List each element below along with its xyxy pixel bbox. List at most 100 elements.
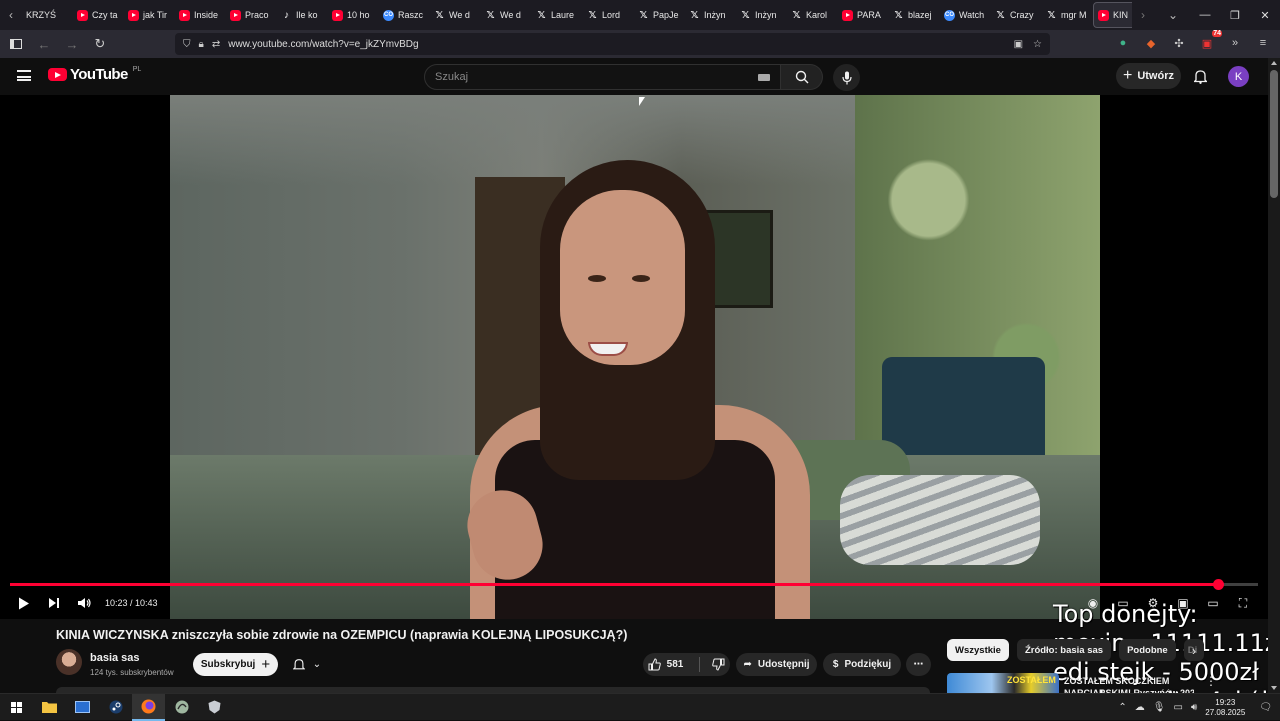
tracking-shield-icon[interactable]: ⛉ — [183, 39, 191, 50]
cloud-icon[interactable]: ☁ — [1135, 702, 1145, 713]
scroll-up-icon[interactable] — [1271, 61, 1277, 65]
browser-tab[interactable]: CO Raszc — [379, 2, 430, 28]
browser-tab[interactable]: 𝕏 PapJe — [634, 2, 685, 28]
browser-tab[interactable]: 𝕏 We d — [430, 2, 481, 28]
fox-extension-icon[interactable]: ◆ — [1142, 34, 1160, 52]
url-bar[interactable]: ⛉ 🔒︎ ⇄ www.youtube.com/watch?v=e_jkZYmvB… — [175, 33, 1050, 55]
scrubber-handle[interactable] — [1213, 579, 1225, 590]
browser-tab[interactable]: 𝕏mgr M — [1042, 2, 1093, 28]
minimize-icon[interactable]: — — [1190, 9, 1220, 21]
extensions-puzzle-icon[interactable]: ✣ — [1170, 34, 1188, 52]
browser-tab[interactable]: Praco — [226, 2, 277, 28]
permissions-icon[interactable]: ⇄ — [212, 39, 220, 50]
channel-name[interactable]: basia sas — [90, 652, 140, 664]
extension-badge-icon[interactable]: ▣ 74 — [1198, 30, 1222, 52]
browser-tab[interactable]: 𝕏 Inżyn — [736, 2, 787, 28]
browser-tab[interactable]: 𝕏 Karol — [787, 2, 838, 28]
firefox-icon[interactable] — [132, 693, 165, 721]
speaker-icon[interactable]: 🔊︎ — [1191, 702, 1197, 713]
browser-tab[interactable]: PARA — [838, 2, 889, 28]
app-menu-icon[interactable]: ≡ — [1254, 34, 1272, 52]
windows-start-icon[interactable] — [0, 694, 33, 721]
bell-icon — [292, 659, 305, 670]
restore-icon[interactable]: ❐ — [1220, 9, 1250, 22]
next-button[interactable] — [39, 591, 69, 615]
page-scrollbar[interactable] — [1268, 58, 1280, 693]
tab-list-dropdown-icon[interactable]: ⌄ — [1162, 0, 1184, 30]
play-button[interactable] — [9, 591, 39, 615]
recommendation-thumbnail[interactable]: ZOSTAŁEM — [947, 673, 1059, 693]
thumbs-down-icon[interactable] — [712, 658, 725, 671]
app-spiral-icon[interactable] — [165, 694, 198, 721]
url-text[interactable]: www.youtube.com/watch?v=e_jkZYmvBDg — [228, 39, 418, 50]
forward-icon[interactable]: → — [60, 32, 84, 56]
filter-chip[interactable]: Wszystkie — [947, 639, 1009, 661]
network-icon[interactable]: ▭ — [1173, 702, 1182, 713]
thanks-button[interactable]: $ Podziękuj — [823, 653, 901, 676]
app-shield-icon[interactable] — [198, 694, 231, 721]
filter-chip[interactable]: Źródło: basia sas — [1016, 639, 1112, 661]
vpn-extension-icon[interactable]: ● — [1114, 34, 1132, 52]
file-explorer-icon[interactable] — [33, 694, 66, 721]
system-clock[interactable]: 19:23 27.08.2025 — [1205, 698, 1245, 718]
tab-title: Inżyn — [704, 10, 726, 20]
search-input[interactable]: Szukaj — [424, 64, 781, 90]
channel-avatar[interactable] — [56, 649, 82, 675]
browser-tab[interactable]: 10 ho — [328, 2, 379, 28]
browser-tab[interactable]: jak Tir — [124, 2, 175, 28]
browser-tab[interactable]: 𝕏 We d — [481, 2, 532, 28]
youtube-logo[interactable]: YouTube PL — [48, 66, 141, 83]
browser-navbar: ← → ↻ ⛉ 🔒︎ ⇄ www.youtube.com/watch?v=e_j… — [0, 30, 1280, 58]
search-button[interactable] — [781, 64, 823, 90]
reload-icon[interactable]: ↻ — [88, 32, 112, 56]
bookmark-star-icon[interactable]: ☆ — [1033, 39, 1042, 50]
account-avatar[interactable]: K — [1228, 66, 1249, 87]
tab-title: Lord — [602, 10, 621, 20]
scrollbar-thumb[interactable] — [1270, 70, 1278, 198]
volume-button[interactable] — [69, 591, 99, 615]
scroll-down-icon[interactable] — [1271, 686, 1277, 690]
notification-settings-button[interactable]: ⌄ — [283, 653, 331, 676]
browser-tab[interactable]: KRZYŚ — [22, 2, 73, 28]
video-frame[interactable] — [170, 95, 1100, 619]
close-window-icon[interactable]: ✕ — [1250, 9, 1280, 22]
thumbs-up-icon[interactable] — [648, 658, 661, 671]
filter-chip[interactable]: Podobne — [1119, 639, 1176, 661]
browser-tab[interactable]: 𝕏blazej — [889, 2, 940, 28]
recommendation-menu-icon[interactable]: ⋮ — [1205, 674, 1217, 688]
tab-scroll-right-icon[interactable]: › — [1132, 0, 1154, 30]
voice-search-button[interactable] — [833, 64, 860, 91]
overflow-chevron-icon[interactable]: » — [1226, 34, 1244, 52]
browser-tab[interactable]: 𝕏 Crazy — [991, 2, 1042, 28]
more-actions-button[interactable]: ⋯ — [906, 653, 931, 676]
notification-center-icon[interactable]: 🗨︎ — [1259, 702, 1272, 713]
active-browser-tab[interactable]: KIN✕ — [1093, 2, 1132, 28]
browser-tab[interactable]: CO Watch — [940, 2, 991, 28]
app-window-icon[interactable] — [66, 694, 99, 721]
keyboard-icon[interactable] — [758, 73, 770, 81]
subscribe-button[interactable]: Subskrybuj + — [193, 653, 278, 676]
notifications-bell-icon[interactable] — [1191, 67, 1209, 85]
create-button[interactable]: + Utwórz — [1116, 63, 1181, 89]
tab-scroll-left-icon[interactable]: ‹ — [0, 0, 22, 30]
microphone-tray-icon[interactable]: 🎙︎ — [1153, 702, 1166, 713]
share-button[interactable]: ➦ Udostępnij — [736, 653, 817, 676]
browser-tab[interactable]: Czy ta — [73, 2, 124, 28]
video-player[interactable]: 10:23 / 10:43 ◉ ▭ ⚙ ▣ ▭ ⛶ Top donejty:mo… — [0, 95, 1280, 715]
browser-tab[interactable]: ♪ Ile ko — [277, 2, 328, 28]
sidebar-toggle-icon[interactable] — [4, 32, 28, 56]
browser-tab[interactable]: 𝕏 Lord — [583, 2, 634, 28]
browser-tab[interactable]: 𝕏 Inżyn — [685, 2, 736, 28]
x-favicon-icon: 𝕏 — [792, 9, 801, 21]
browser-tab[interactable]: 𝕏 Laure — [532, 2, 583, 28]
like-count[interactable]: 581 — [667, 659, 684, 670]
reader-view-icon[interactable]: ▣ — [1014, 39, 1023, 50]
guide-menu-icon[interactable] — [17, 70, 31, 81]
steam-icon[interactable] — [99, 694, 132, 721]
browser-tab[interactable]: Inside — [175, 2, 226, 28]
progress-bar[interactable] — [10, 579, 1258, 590]
lock-icon[interactable]: 🔒︎ — [199, 39, 204, 50]
tray-overflow-icon[interactable]: ⌃ — [1118, 702, 1126, 713]
back-icon[interactable]: ← — [32, 32, 56, 56]
chips-next-icon[interactable]: › — [1192, 644, 1196, 658]
